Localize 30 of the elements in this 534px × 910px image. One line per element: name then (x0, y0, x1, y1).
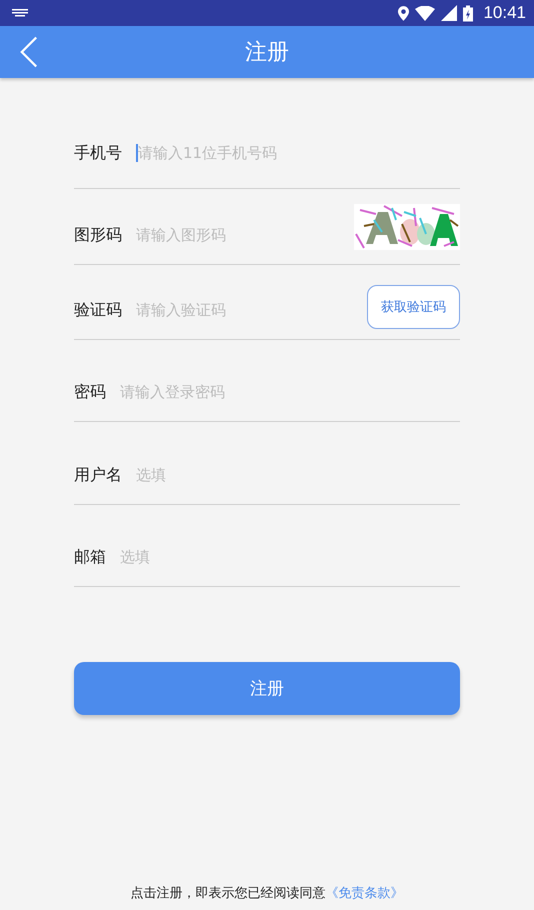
page-title: 注册 (245, 39, 289, 67)
placeholder-text: 请输入图形码 (136, 226, 226, 244)
input-field[interactable]: 请输入图形码 (136, 224, 340, 250)
signal-icon (441, 5, 458, 21)
back-icon[interactable] (20, 36, 38, 68)
get-code-button[interactable]: 获取验证码 (367, 285, 460, 329)
field-label: 用户名 (74, 465, 122, 486)
wifi-icon (415, 6, 436, 20)
input-field[interactable]: 选填 (120, 546, 460, 572)
clock-time: 10:41 (483, 3, 526, 23)
agreement-text: 点击注册，即表示您已经阅读同意《免责条款》 (130, 885, 404, 902)
input-field[interactable]: 请输入登录密码 (120, 381, 460, 407)
location-icon (398, 6, 410, 20)
placeholder-text: 选填 (136, 466, 166, 484)
field-label: 验证码 (74, 300, 122, 321)
input-field[interactable]: 请输入验证码 (136, 299, 353, 325)
field-label: 邮箱 (74, 547, 106, 568)
terms-link[interactable]: 《免责条款》 (326, 886, 404, 901)
field-label: 手机号 (74, 143, 122, 164)
register-button[interactable]: 注册 (74, 662, 460, 715)
keyboard-icon (12, 9, 28, 17)
placeholder-text: 选填 (120, 548, 150, 566)
placeholder-text: 请输入登录密码 (120, 382, 225, 402)
field-label: 密码 (74, 382, 106, 403)
battery-icon (463, 4, 474, 22)
field-label: 图形码 (74, 225, 122, 246)
placeholder-text: 请输入验证码 (136, 300, 226, 320)
input-field[interactable]: 请输入11位手机号码 (136, 142, 460, 168)
input-field[interactable]: 选填 (136, 464, 460, 490)
placeholder-text: 请输入11位手机号码 (138, 144, 278, 162)
